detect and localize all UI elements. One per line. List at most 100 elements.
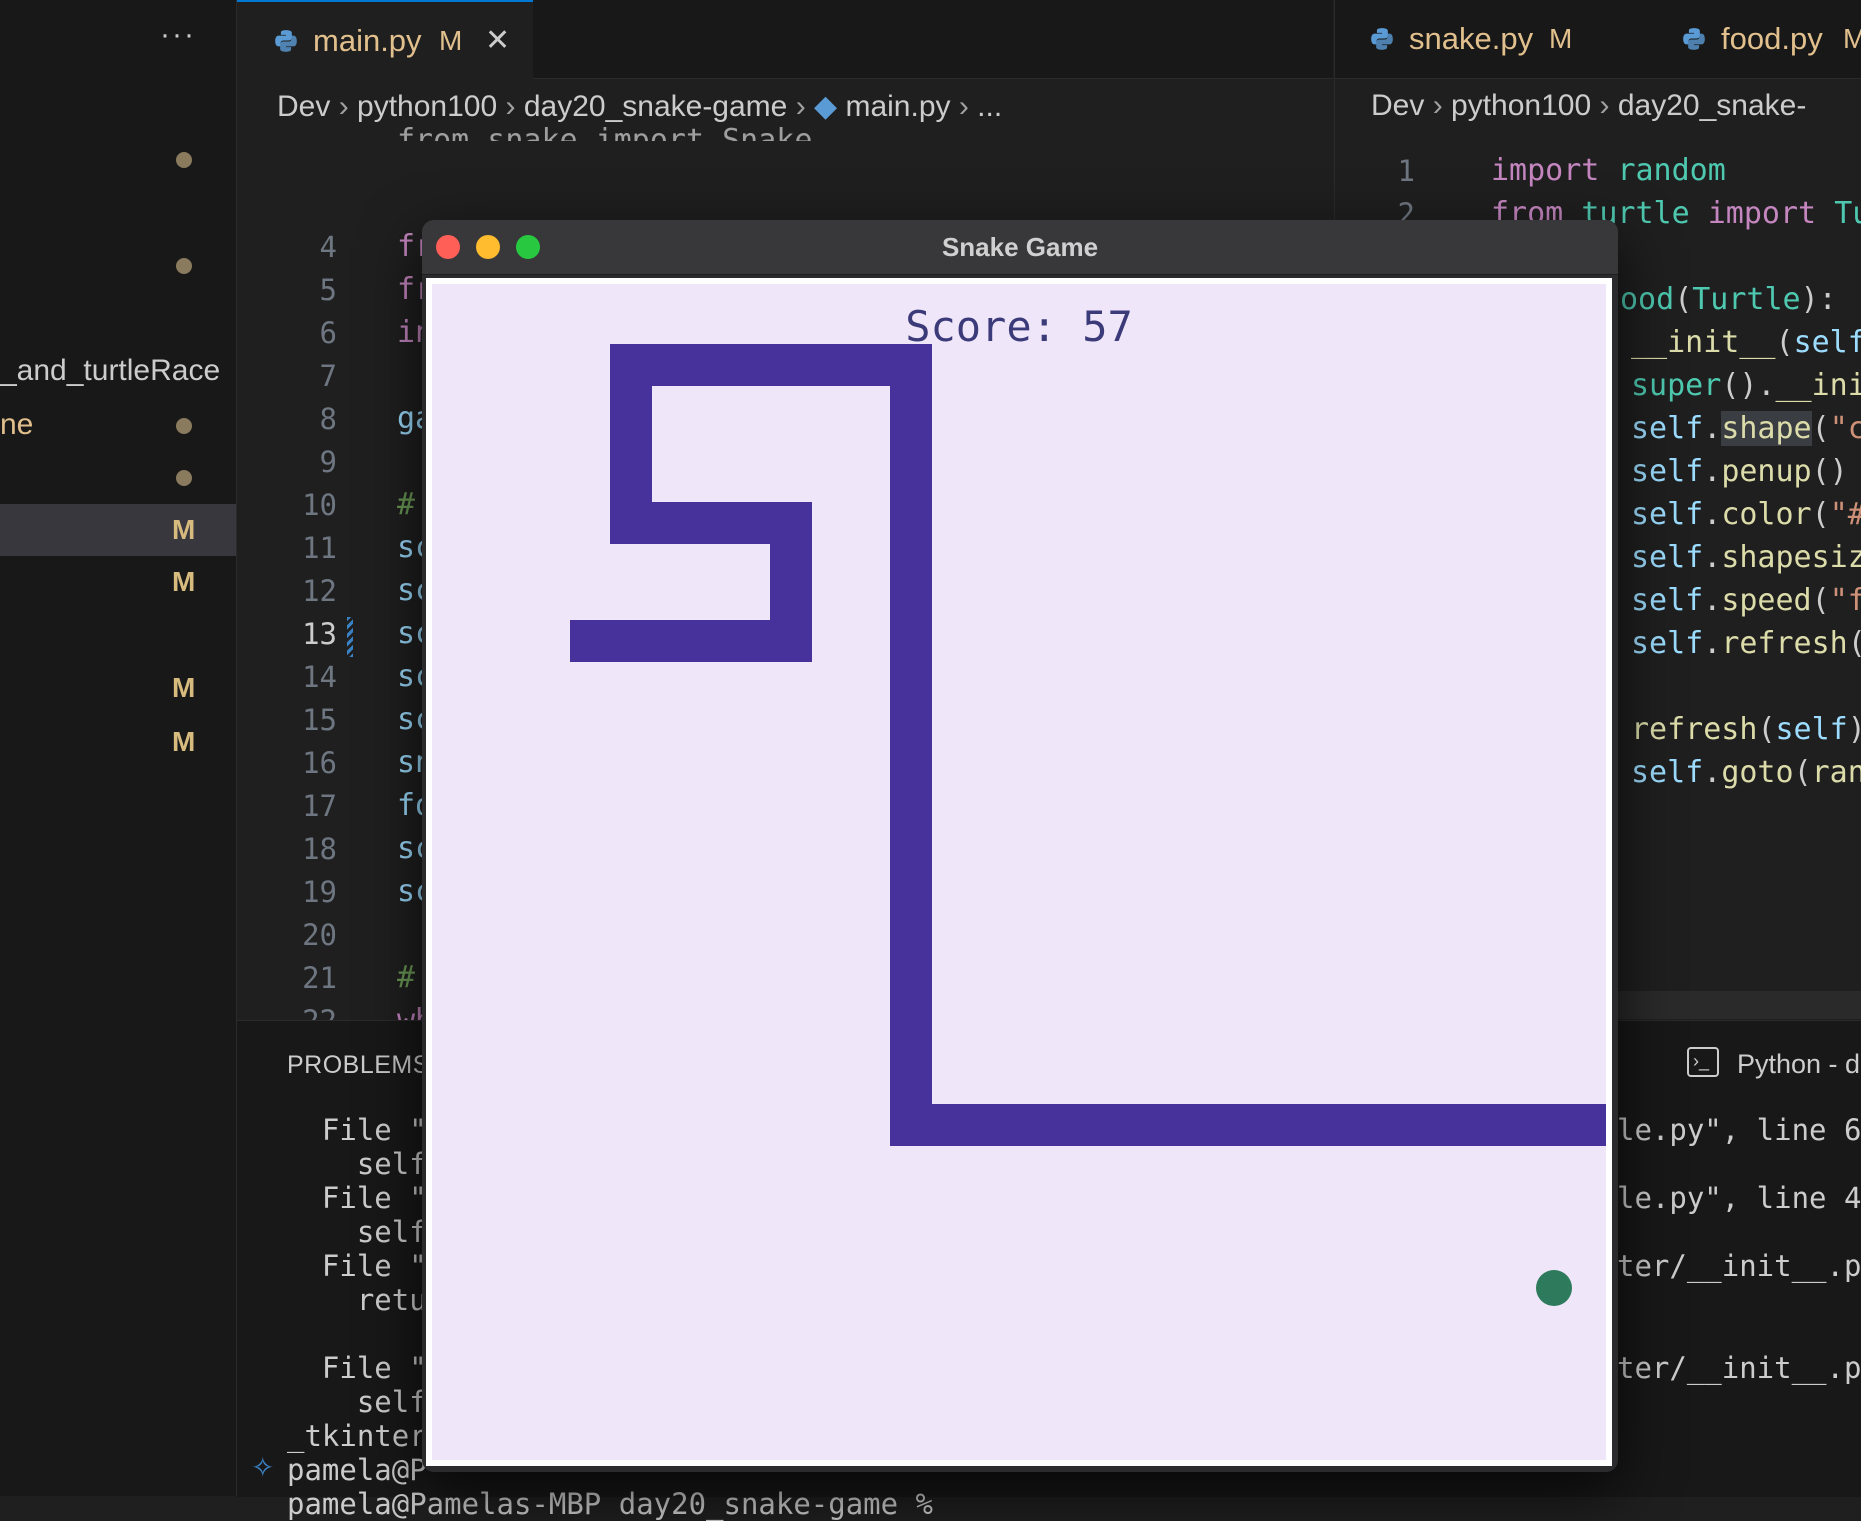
line-number: 9 xyxy=(319,445,337,479)
line-number-current: 13 xyxy=(302,617,337,651)
line-number: 19 xyxy=(302,875,337,909)
sidebar-item-snake-game[interactable]: ne xyxy=(0,400,236,452)
tab-snake-py[interactable]: snake.py M xyxy=(1335,0,1643,78)
breadcrumb-item[interactable]: python100 xyxy=(357,90,497,123)
sidebar-modified-badge: M xyxy=(172,726,196,757)
line-number: 8 xyxy=(319,402,337,436)
sidebar-modified-badge: M xyxy=(172,566,196,597)
terminal-line: File " xyxy=(287,1181,427,1215)
code-line: self.goto(rand xyxy=(1631,755,1861,790)
sparkle-icon: ✧ xyxy=(251,1452,275,1483)
code-line: self.speed("fa xyxy=(1631,583,1861,618)
line-number: 6 xyxy=(319,316,337,350)
terminal-line: le.py", line 67 xyxy=(1617,1113,1861,1147)
snake-segment xyxy=(890,344,932,1146)
chevron-right-icon: › xyxy=(795,90,815,123)
tab-food-py[interactable]: food.py M xyxy=(1645,0,1861,78)
terminal-tab-label[interactable]: Python - d xyxy=(1737,1049,1860,1080)
git-change-indicator xyxy=(347,617,353,657)
breadcrumb-item[interactable]: Dev xyxy=(277,90,330,123)
editor-tab-bar-right: snake.py M food.py M xyxy=(1334,0,1861,79)
code-line: self.penup() xyxy=(1631,454,1848,489)
breadcrumb-item[interactable]: day20_snake- xyxy=(1618,89,1806,122)
sidebar-item-turtle-race[interactable]: _and_turtleRace xyxy=(0,346,236,398)
sidebar-item-file[interactable]: M xyxy=(0,556,236,608)
code-line: refresh(self): xyxy=(1631,712,1861,747)
sidebar-modified-dot xyxy=(176,258,192,274)
code-line: self.shape("ci xyxy=(1631,411,1861,446)
explorer-sidebar: ··· _and_turtleRace ne M M M M xyxy=(0,0,237,1496)
code-line-partial: from snake import Snake xyxy=(397,123,813,141)
terminal-line: ter/__init__.py xyxy=(1617,1249,1861,1283)
tab-main-py[interactable]: main.py M ✕ xyxy=(237,0,533,80)
breadcrumb-item[interactable]: main.py xyxy=(845,90,950,123)
tab-problems[interactable]: PROBLEMS xyxy=(287,1051,430,1080)
sidebar-modified-dot xyxy=(176,152,192,168)
breadcrumb: Dev › python100 › day20_snake-game › ◆ m… xyxy=(277,89,1002,124)
terminal-line: pamela@Pamelas-MBP day20_snake-game % xyxy=(287,1487,934,1521)
chevron-right-icon: › xyxy=(1599,89,1618,122)
breadcrumb-item[interactable]: ... xyxy=(977,90,1002,123)
code-line: import random xyxy=(1491,153,1726,188)
code-line: self.refresh() xyxy=(1631,626,1861,661)
window-title: Snake Game xyxy=(941,232,1099,262)
sidebar-more-icon[interactable]: ··· xyxy=(160,18,196,52)
terminal-line: ter/__init__.py xyxy=(1617,1351,1861,1385)
line-number: 1 xyxy=(1397,154,1415,188)
code-line: # xyxy=(397,487,416,522)
line-number: 15 xyxy=(302,703,337,737)
python-file-icon xyxy=(275,30,297,52)
terminal-icon: ›_ xyxy=(1687,1047,1719,1077)
line-number: 4 xyxy=(319,230,337,264)
code-line: __init__(self, xyxy=(1631,325,1861,360)
terminal-line: le.py", line 41 xyxy=(1617,1181,1861,1215)
tab-filename: food.py xyxy=(1721,21,1823,56)
snake-body xyxy=(570,344,1606,1146)
line-number: 10 xyxy=(302,488,337,522)
tab-modified-badge: M xyxy=(1843,23,1861,54)
sidebar-modified-dot xyxy=(176,470,192,486)
line-number: 16 xyxy=(302,746,337,780)
terminal-line: self xyxy=(287,1385,427,1419)
terminal-line: self xyxy=(287,1215,427,1249)
snake-segment xyxy=(890,1104,1606,1146)
editor-tab-bar-left: main.py M ✕ ··· xyxy=(237,0,1525,80)
line-number: 20 xyxy=(302,918,337,952)
game-field xyxy=(570,344,1606,1306)
python-file-icon xyxy=(1683,28,1705,50)
terminal-line: retu xyxy=(287,1283,427,1317)
snake-game-window[interactable]: Snake Game Score: 57 xyxy=(422,220,1618,1472)
line-number: 12 xyxy=(302,574,337,608)
code-line: self.shapesize xyxy=(1631,540,1861,575)
breadcrumb-item[interactable]: python100 xyxy=(1451,89,1591,122)
snake-segment xyxy=(570,620,812,662)
chevron-right-icon: › xyxy=(958,90,978,123)
terminal-line: _tkinter xyxy=(287,1419,427,1453)
breadcrumb-item[interactable]: Dev xyxy=(1371,89,1424,122)
terminal-line: File " xyxy=(287,1113,427,1147)
terminal-line: File " xyxy=(287,1249,427,1283)
line-number: 11 xyxy=(302,531,337,565)
sidebar-modified-badge: M xyxy=(172,672,196,703)
code-line: super().__init xyxy=(1631,368,1861,403)
game-canvas[interactable]: Score: 57 xyxy=(432,284,1606,1460)
line-number: 5 xyxy=(319,273,337,307)
tab-filename: snake.py xyxy=(1409,21,1534,56)
chevron-right-icon: › xyxy=(338,90,358,123)
terminal-line: pamela@P xyxy=(287,1453,427,1487)
close-icon[interactable]: ✕ xyxy=(485,23,510,58)
code-line: ood(Turtle): xyxy=(1620,282,1837,317)
canvas-frame: Score: 57 xyxy=(426,278,1612,1466)
sidebar-item-main-py[interactable]: M xyxy=(0,504,236,556)
line-number: 21 xyxy=(302,961,337,995)
breadcrumb-item[interactable]: day20_snake-game xyxy=(524,90,788,123)
window-title-bar[interactable]: Snake Game xyxy=(422,220,1618,275)
terminal-line: self xyxy=(287,1147,427,1181)
snake-segment xyxy=(610,344,932,386)
sidebar-item-file[interactable]: M xyxy=(0,662,236,714)
sidebar-modified-dot xyxy=(176,418,192,434)
sidebar-item-file[interactable]: M xyxy=(0,716,236,768)
sidebar-item-label: _and_turtleRace xyxy=(0,354,221,387)
code-line: self.color("#0 xyxy=(1631,497,1861,532)
chevron-right-icon: › xyxy=(505,90,524,123)
